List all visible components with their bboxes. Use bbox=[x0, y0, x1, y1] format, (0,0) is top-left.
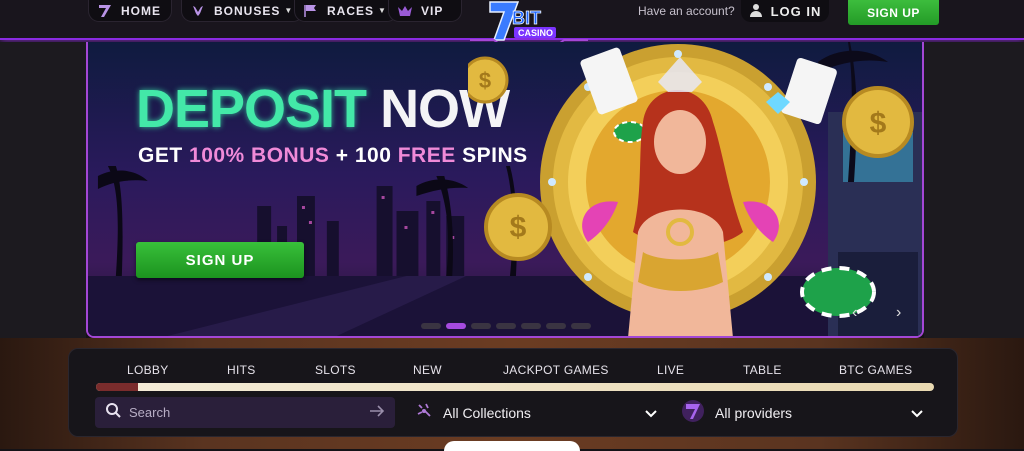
svg-text:CASINO: CASINO bbox=[518, 28, 553, 38]
home-logo-icon bbox=[97, 4, 113, 18]
nav-vip[interactable]: VIP bbox=[388, 0, 462, 22]
search-icon bbox=[105, 402, 121, 423]
nav-bonuses-label: BONUSES bbox=[214, 3, 281, 18]
tab-progress-fill bbox=[96, 383, 138, 391]
carousel-dot[interactable] bbox=[471, 323, 491, 329]
game-filter-panel: LOBBY HITS SLOTS NEW JACKPOT GAMES LIVE … bbox=[68, 348, 958, 437]
left-backdrop bbox=[0, 42, 86, 338]
nav-races[interactable]: RACES ▼ bbox=[294, 0, 398, 22]
login-label: LOG IN bbox=[770, 3, 822, 19]
chevron-down-icon bbox=[911, 405, 923, 421]
providers-dropdown[interactable]: All providers bbox=[681, 397, 929, 428]
nav-races-label: RACES bbox=[327, 3, 375, 18]
svg-text:$: $ bbox=[870, 107, 887, 140]
tab-btc-games[interactable]: BTC GAMES bbox=[839, 363, 912, 377]
provider-logo-icon bbox=[681, 399, 705, 426]
signup-button[interactable]: SIGN UP bbox=[848, 0, 939, 25]
right-backdrop bbox=[924, 42, 1024, 338]
collections-label: All Collections bbox=[443, 404, 531, 421]
bonuses-icon bbox=[190, 4, 206, 18]
nav-bonuses[interactable]: BONUSES ▼ bbox=[181, 0, 305, 22]
have-account-text: Have an account? bbox=[638, 4, 735, 18]
search-input[interactable] bbox=[129, 405, 361, 420]
svg-text:$: $ bbox=[510, 211, 527, 244]
carousel-dot[interactable] bbox=[496, 323, 516, 329]
chevron-down-icon: ▼ bbox=[284, 6, 294, 15]
tab-hits[interactable]: HITS bbox=[227, 363, 256, 377]
sub-bonus: 100% BONUS bbox=[189, 144, 330, 167]
carousel-dot[interactable] bbox=[546, 323, 566, 329]
logo-text: BIT bbox=[512, 8, 541, 28]
carousel-dot[interactable] bbox=[421, 323, 441, 329]
nav-vip-label: VIP bbox=[421, 3, 444, 18]
carousel-dot-active[interactable] bbox=[446, 323, 466, 329]
crown-icon bbox=[397, 4, 413, 18]
tab-new[interactable]: NEW bbox=[413, 363, 442, 377]
chevron-down-icon: ▼ bbox=[378, 6, 387, 15]
user-icon bbox=[749, 3, 763, 20]
headline-deposit: DEPOSIT bbox=[136, 79, 367, 139]
providers-label: All providers bbox=[715, 404, 793, 421]
sub-free: FREE bbox=[397, 144, 456, 167]
banner-headline: DEPOSIT NOW bbox=[136, 79, 510, 139]
chevron-down-icon bbox=[645, 405, 657, 421]
tab-lobby[interactable]: LOBBY bbox=[127, 363, 169, 377]
carousel-next-icon[interactable]: › bbox=[896, 304, 901, 322]
search-box[interactable] bbox=[95, 397, 395, 428]
sub-plus: + 100 bbox=[335, 144, 392, 167]
nav-home-label: HOME bbox=[121, 3, 161, 18]
carousel-prev-icon[interactable]: ‹ bbox=[852, 304, 857, 322]
carousel-dot[interactable] bbox=[521, 323, 541, 329]
tab-jackpot-games[interactable]: JACKPOT GAMES bbox=[503, 363, 609, 377]
nav-home[interactable]: HOME bbox=[88, 0, 172, 22]
sub-get: GET bbox=[138, 144, 183, 167]
bottom-tab-handle[interactable] bbox=[444, 441, 580, 451]
races-flag-icon bbox=[303, 4, 319, 18]
tab-progress-bar bbox=[96, 383, 934, 391]
casino-dancer-artwork: $ $ $ bbox=[468, 42, 922, 336]
tab-live[interactable]: LIVE bbox=[657, 363, 684, 377]
carousel-dots bbox=[421, 323, 591, 329]
login-button[interactable]: LOG IN bbox=[741, 0, 829, 22]
tab-slots[interactable]: SLOTS bbox=[315, 363, 356, 377]
svg-text:$: $ bbox=[479, 68, 491, 93]
collections-icon bbox=[415, 402, 433, 423]
tab-table[interactable]: TABLE bbox=[743, 363, 782, 377]
promo-banner[interactable]: DEPOSIT NOW GET 100% BONUS + 100 FREE SP… bbox=[86, 42, 924, 338]
banner-signup-button[interactable]: SIGN UP bbox=[136, 242, 304, 278]
carousel-dot[interactable] bbox=[571, 323, 591, 329]
collections-dropdown[interactable]: All Collections bbox=[415, 397, 661, 428]
arrow-right-icon[interactable] bbox=[369, 404, 385, 422]
